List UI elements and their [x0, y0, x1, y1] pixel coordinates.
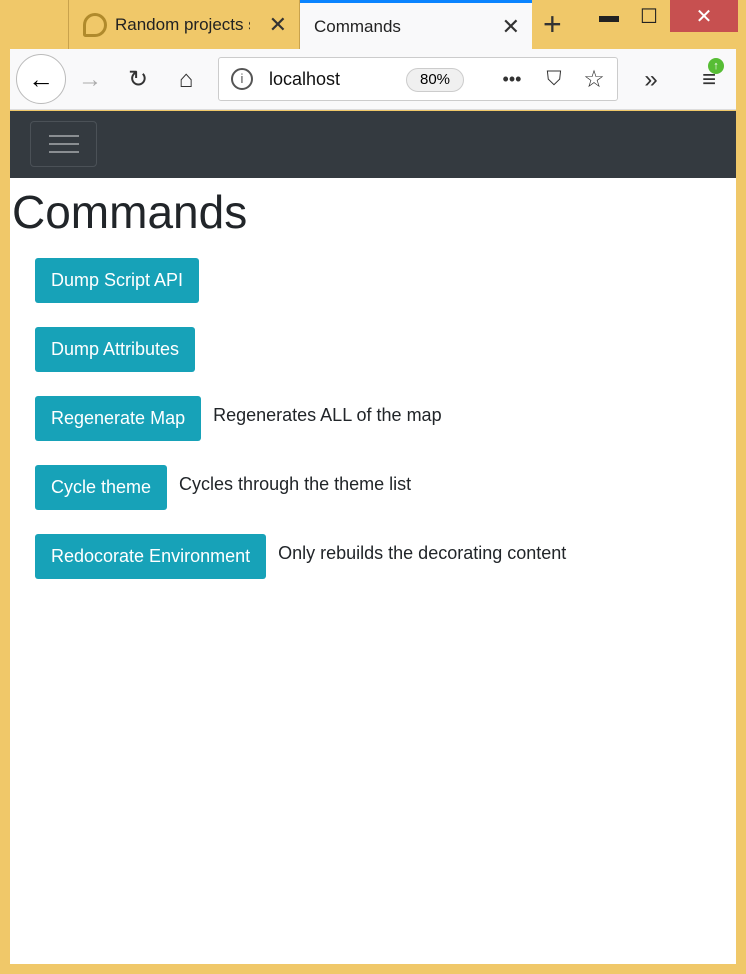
maximize-button[interactable]: ☐ — [630, 0, 668, 32]
more-actions-icon[interactable]: ••• — [497, 58, 527, 100]
tab-title: Commands — [314, 16, 401, 36]
reload-button[interactable]: ↻ — [120, 49, 156, 110]
redocorate-environment-button[interactable]: Redocorate Environment — [35, 534, 267, 579]
pocket-icon[interactable]: ⛉ — [539, 58, 569, 100]
update-badge-icon: ↑ — [708, 58, 724, 74]
tab-commands[interactable]: Commands ✕ — [300, 0, 532, 50]
command-row: Regenerate Map Regenerates ALL of the ma… — [35, 396, 736, 441]
minimize-button[interactable]: ▬ — [588, 0, 630, 32]
new-tab-button[interactable]: + — [543, 6, 562, 43]
dump-attributes-button[interactable]: Dump Attributes — [35, 327, 196, 372]
command-row: Redocorate Environment Only rebuilds the… — [35, 534, 736, 579]
command-description: Only rebuilds the decorating content — [278, 543, 567, 563]
page-content: Commands Dump Script API Dump Attributes… — [10, 178, 736, 964]
url-text: localhost — [269, 69, 341, 89]
command-row: Dump Script API — [35, 258, 736, 303]
command-row: Dump Attributes — [35, 327, 736, 372]
regenerate-map-button[interactable]: Regenerate Map — [35, 396, 202, 441]
dump-script-api-button[interactable]: Dump Script API — [35, 258, 200, 303]
info-icon[interactable]: i — [231, 68, 253, 90]
close-tab-icon[interactable]: ✕ — [502, 14, 520, 40]
navbar-toggler-button[interactable] — [30, 121, 97, 167]
command-row: Cycle theme Cycles through the theme lis… — [35, 465, 736, 510]
address-bar[interactable]: i localhost 80% ••• ⛉ ☆ — [218, 57, 618, 101]
command-description: Regenerates ALL of the map — [213, 405, 442, 425]
close-tab-icon[interactable]: ✕ — [269, 12, 287, 38]
cycle-theme-button[interactable]: Cycle theme — [35, 465, 168, 510]
browser-toolbar: ← → ↻ ⌂ i localhost 80% ••• ⛉ ☆ » ≡ ↑ — [10, 49, 736, 110]
window-close-button[interactable]: ✕ — [670, 0, 738, 32]
tab-title: Random projects s — [115, 14, 250, 34]
bookmark-star-icon[interactable]: ☆ — [579, 58, 609, 100]
home-button[interactable]: ⌂ — [168, 49, 204, 110]
menu-icon[interactable]: ≡ ↑ — [694, 49, 724, 110]
back-button[interactable]: ← — [16, 54, 66, 104]
command-description: Cycles through the theme list — [179, 474, 412, 494]
navbar — [10, 111, 736, 178]
forward-button[interactable]: → — [72, 49, 108, 110]
site-favicon-icon — [83, 12, 107, 37]
page-title: Commands — [12, 186, 248, 238]
zoom-level-button[interactable]: 80% — [406, 68, 464, 92]
tab-random-projects[interactable]: Random projects s ✕ — [68, 0, 300, 49]
overflow-chevron-icon[interactable]: » — [636, 49, 666, 110]
